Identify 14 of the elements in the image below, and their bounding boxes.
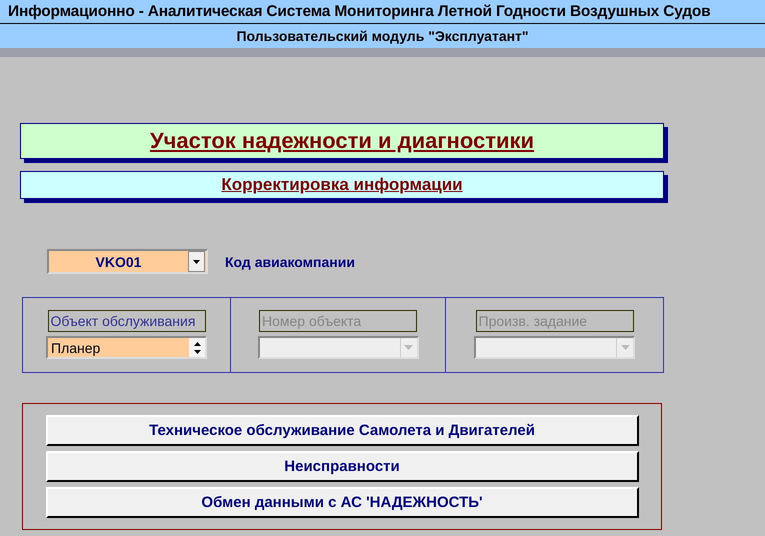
app-title: Информационно - Аналитическая Система Мониторинга Летной Годности Воздушных Судов [8,2,710,20]
airline-combo[interactable]: VKO01 [47,249,208,274]
field-label: Объект обслуживания [48,310,206,332]
section-title: Участок надежности и диагностики [150,128,534,154]
menu-button[interactable]: Неисправности [46,451,638,482]
spinner-field[interactable]: Планер [46,336,207,359]
menu-button[interactable]: Обмен данными с АС 'НАДЕЖНОСТЬ' [46,487,638,518]
module-title: Пользовательский модуль "Эксплуатант" [236,28,529,44]
airline-label: Код авиакомпании [225,254,355,270]
menu-button[interactable]: Техническое обслуживание Самолета и Двигателей [46,415,638,446]
spinner-arrows-icon[interactable] [189,338,205,357]
subsection-title: Корректировка информации [221,175,463,195]
field-label: Произв. задание [476,310,634,332]
field-label: Номер объекта [259,310,417,332]
